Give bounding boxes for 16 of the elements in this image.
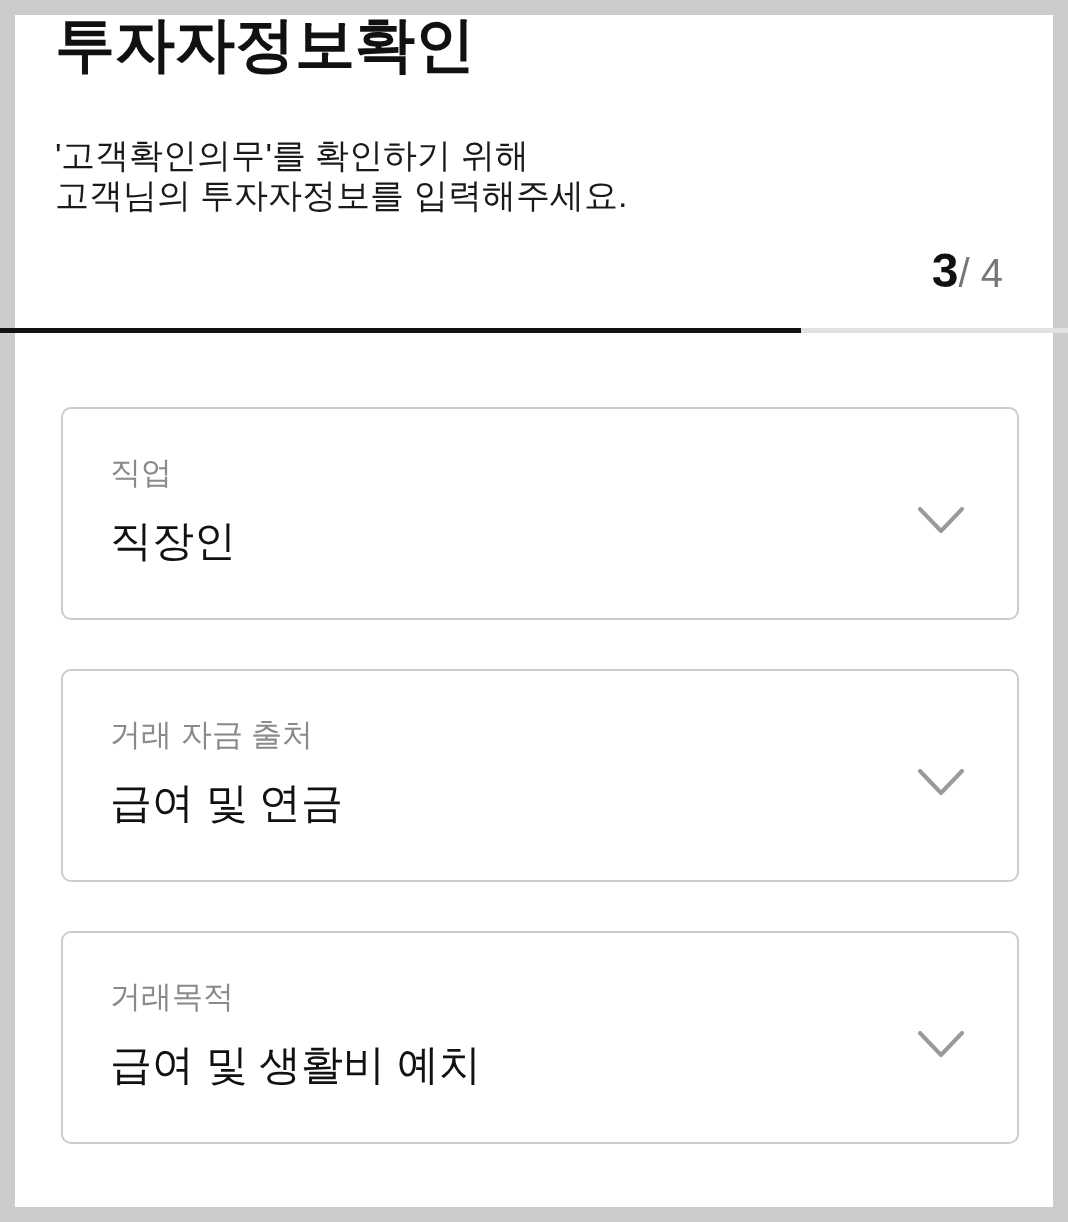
field-value: 급여 및 연금 [110,778,344,828]
dropdown-field[interactable]: 거래 자금 출처 급여 및 연금 [61,669,1019,882]
field-value: 직장인 [110,516,236,566]
field-value: 급여 및 생활비 예치 [110,1040,481,1090]
chevron-down-icon [918,769,964,796]
chevron-down-icon [918,507,964,534]
description-text: '고객확인의무'를 확인하기 위해 고객님의 투자자정보를 입력해주세요. [55,135,628,215]
chevron-down-icon [918,1031,964,1058]
dropdown-field[interactable]: 거래목적 급여 및 생활비 예치 [61,931,1019,1144]
field-label: 직업 [110,454,172,492]
dropdown-field[interactable]: 직업 직장인 [61,407,1019,620]
step-total: / 4 [958,250,1003,297]
field-label: 거래목적 [110,978,234,1016]
page-title: 투자자정보확인 [55,15,475,75]
field-label: 거래 자금 출처 [110,716,314,754]
step-current: 3 [931,246,959,296]
